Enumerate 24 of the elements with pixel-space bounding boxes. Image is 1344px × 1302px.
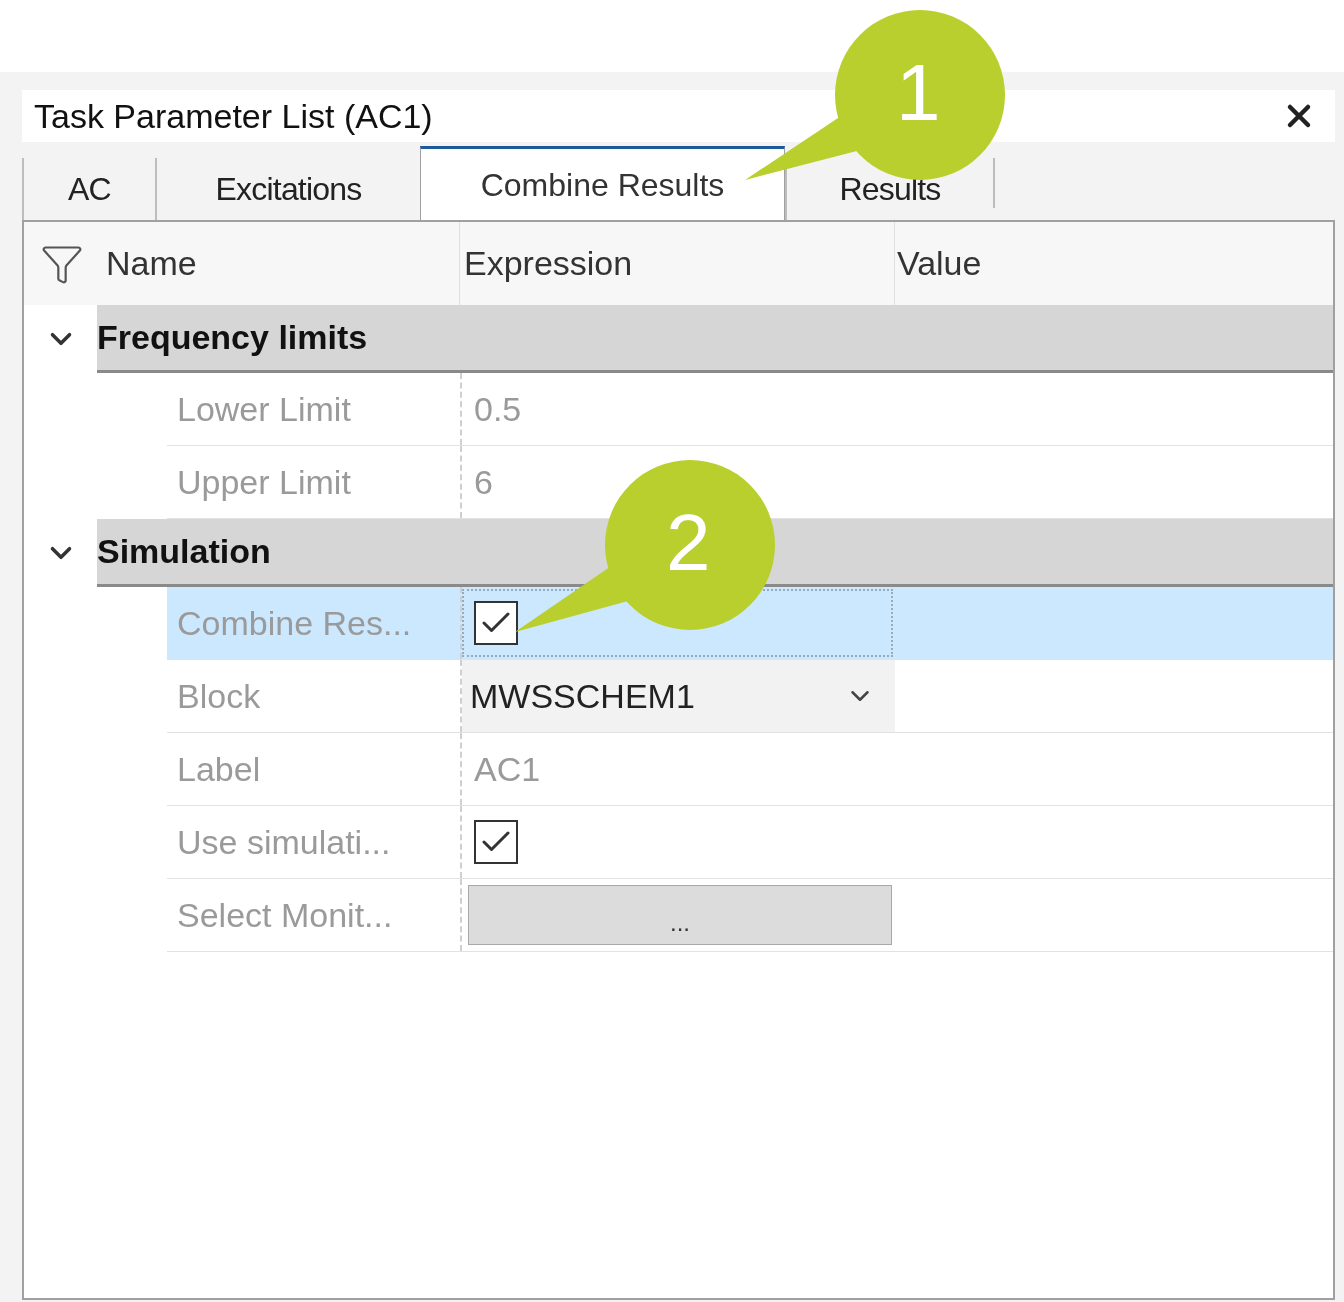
property-name: Lower Limit (177, 388, 351, 430)
category-title: Simulation (97, 531, 271, 572)
browse-button[interactable]: ... (468, 885, 892, 945)
property-name: Combine Res... (177, 602, 412, 644)
checkbox[interactable] (474, 820, 518, 864)
property-name: Select Monit... (177, 894, 393, 936)
dropdown[interactable]: MWSSCHEM1 (462, 660, 895, 732)
cell-value: 6 (474, 461, 493, 503)
panel-title: Task Parameter List (AC1) (34, 95, 433, 137)
callout-number: 1 (896, 53, 941, 133)
tab[interactable]: Combine Results (420, 146, 785, 220)
column-header[interactable]: Name (106, 238, 197, 289)
column-header[interactable]: Expression (464, 238, 633, 289)
property-name: Upper Limit (177, 461, 351, 503)
checkbox[interactable] (474, 601, 518, 645)
property-name: Label (177, 748, 261, 790)
column-header[interactable]: Value (897, 238, 982, 289)
property-row[interactable]: Block MWSSCHEM1 (167, 660, 1333, 733)
category-title: Frequency limits (97, 317, 368, 358)
property-name: Use simulati... (177, 821, 391, 863)
cell-value: AC1 (474, 748, 541, 790)
cell-value: 0.5 (474, 388, 522, 430)
property-row[interactable]: Select Monit... ... (167, 879, 1333, 952)
property-name: Block (177, 675, 261, 717)
